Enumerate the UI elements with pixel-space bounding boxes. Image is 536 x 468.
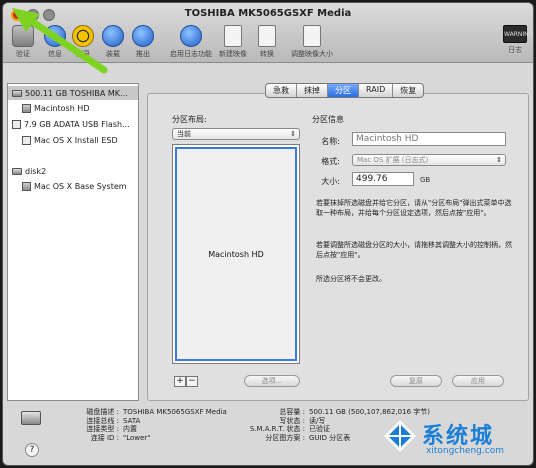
hard-disk-icon — [21, 411, 41, 425]
watermark-url: xitongcheng.com — [426, 446, 504, 456]
volume-icon — [22, 135, 31, 145]
disk-item-disk2[interactable]: disk2 — [12, 164, 46, 178]
chevron-updown-icon: ⇕ — [496, 156, 502, 164]
volume-icon — [22, 181, 31, 191]
volume-item-install-esd[interactable]: Mac OS X Install ESD — [22, 133, 118, 147]
journaling-icon — [180, 25, 202, 47]
volume-item-macintosh-hd[interactable]: Macintosh HD — [22, 101, 89, 115]
tab-restore[interactable]: 恢复 — [393, 84, 423, 97]
new-image-button[interactable]: 新建映像 — [215, 25, 251, 59]
partition-map[interactable]: Macintosh HD — [172, 144, 300, 364]
info-icon — [44, 25, 66, 47]
volume-icon — [22, 103, 31, 113]
partition-pane: 分区布局: 当前 ⇕ Macintosh HD + − 选项... 分区信息 名… — [147, 93, 529, 401]
partition-block[interactable]: Macintosh HD — [175, 147, 297, 361]
verify-button[interactable]: 验证 — [5, 25, 41, 59]
volume-item-base-system[interactable]: Mac OS X Base System — [22, 179, 127, 193]
options-button[interactable]: 选项... — [244, 375, 300, 387]
windows-logo-icon — [384, 420, 416, 452]
tab-raid[interactable]: RAID — [359, 84, 394, 97]
usb-disk-icon — [12, 119, 21, 129]
help-text-resize: 若要调整所选磁盘分区的大小，请拖移其调整大小的控制柄，然后点按"应用"。 — [316, 241, 512, 259]
disk-image-icon — [12, 167, 22, 175]
hard-disk-icon — [12, 89, 22, 97]
tab-bar: 急救 抹掉 分区 RAID 恢复 — [265, 83, 425, 98]
resize-image-icon — [303, 25, 321, 47]
help-text-unchanged: 所选分区将不会更改。 — [316, 275, 386, 283]
resize-image-button[interactable]: 调整映像大小 — [287, 25, 337, 59]
toolbar: TOSHIBA MK5065GSXF Media 验证 信息 刻录 装载 推出 … — [3, 3, 533, 63]
enable-journaling-button[interactable]: 启用日志功能 — [169, 25, 213, 59]
mount-icon — [102, 25, 124, 47]
convert-icon — [258, 25, 276, 47]
disk-list[interactable]: 500.11 GB TOSHIBA MK... Macintosh HD 7.9… — [7, 83, 139, 401]
watermark: 系统城 xitongcheng.com — [380, 412, 530, 464]
log-icon: WARNING 9:45 — [503, 25, 533, 56]
tab-erase[interactable]: 抹掉 — [297, 84, 328, 97]
partition-layout-select[interactable]: 当前 ⇕ — [172, 128, 300, 140]
remove-partition-button[interactable]: − — [186, 376, 198, 387]
info-left-keys: 磁盘描述 : 连接总线 : 连接类型 : 连接 ID : — [86, 408, 119, 442]
format-select[interactable]: Mac OS 扩展 (日志式) ⇕ — [352, 154, 506, 166]
verify-icon — [12, 25, 34, 47]
disk-item-adata-usb[interactable]: 7.9 GB ADATA USB Flash... — [12, 117, 130, 131]
disk-item-toshiba[interactable]: 500.11 GB TOSHIBA MK... — [8, 86, 138, 100]
help-button[interactable]: ? — [25, 443, 39, 457]
new-image-icon — [224, 25, 242, 47]
disk-utility-window: TOSHIBA MK5065GSXF Media 验证 信息 刻录 装载 推出 … — [2, 2, 534, 466]
partition-layout-title: 分区布局: — [172, 115, 207, 124]
help-text-erase: 若要抹掉所选磁盘并给它分区，请从"分区布局"弹出式菜单中选取一种布局，并给每个分… — [316, 199, 512, 217]
burn-icon — [72, 25, 94, 47]
add-partition-button[interactable]: + — [174, 376, 186, 387]
tab-first-aid[interactable]: 急救 — [266, 84, 297, 97]
eject-icon — [132, 25, 154, 47]
revert-button[interactable]: 复原 — [390, 375, 442, 387]
convert-button[interactable]: 转换 — [249, 25, 285, 59]
partition-size-field[interactable]: 499.76 — [352, 172, 414, 186]
eject-button[interactable]: 推出 — [125, 25, 161, 59]
partition-info-title: 分区信息 — [312, 115, 344, 124]
chevron-updown-icon: ⇕ — [290, 130, 296, 138]
window-title: TOSHIBA MK5065GSXF Media — [184, 8, 352, 19]
tab-partition[interactable]: 分区 — [328, 84, 359, 97]
main-panel: 分区布局: 当前 ⇕ Macintosh HD + − 选项... 分区信息 名… — [147, 83, 529, 401]
partition-name-field[interactable]: Macintosh HD — [352, 132, 506, 146]
info-right-keys: 总容量 : 写状态 : S.M.A.R.T. 状态 : 分区图方案 : — [249, 408, 305, 442]
log-button[interactable]: WARNING 9:45 日志 — [497, 25, 533, 56]
apply-button[interactable]: 应用 — [452, 375, 504, 387]
